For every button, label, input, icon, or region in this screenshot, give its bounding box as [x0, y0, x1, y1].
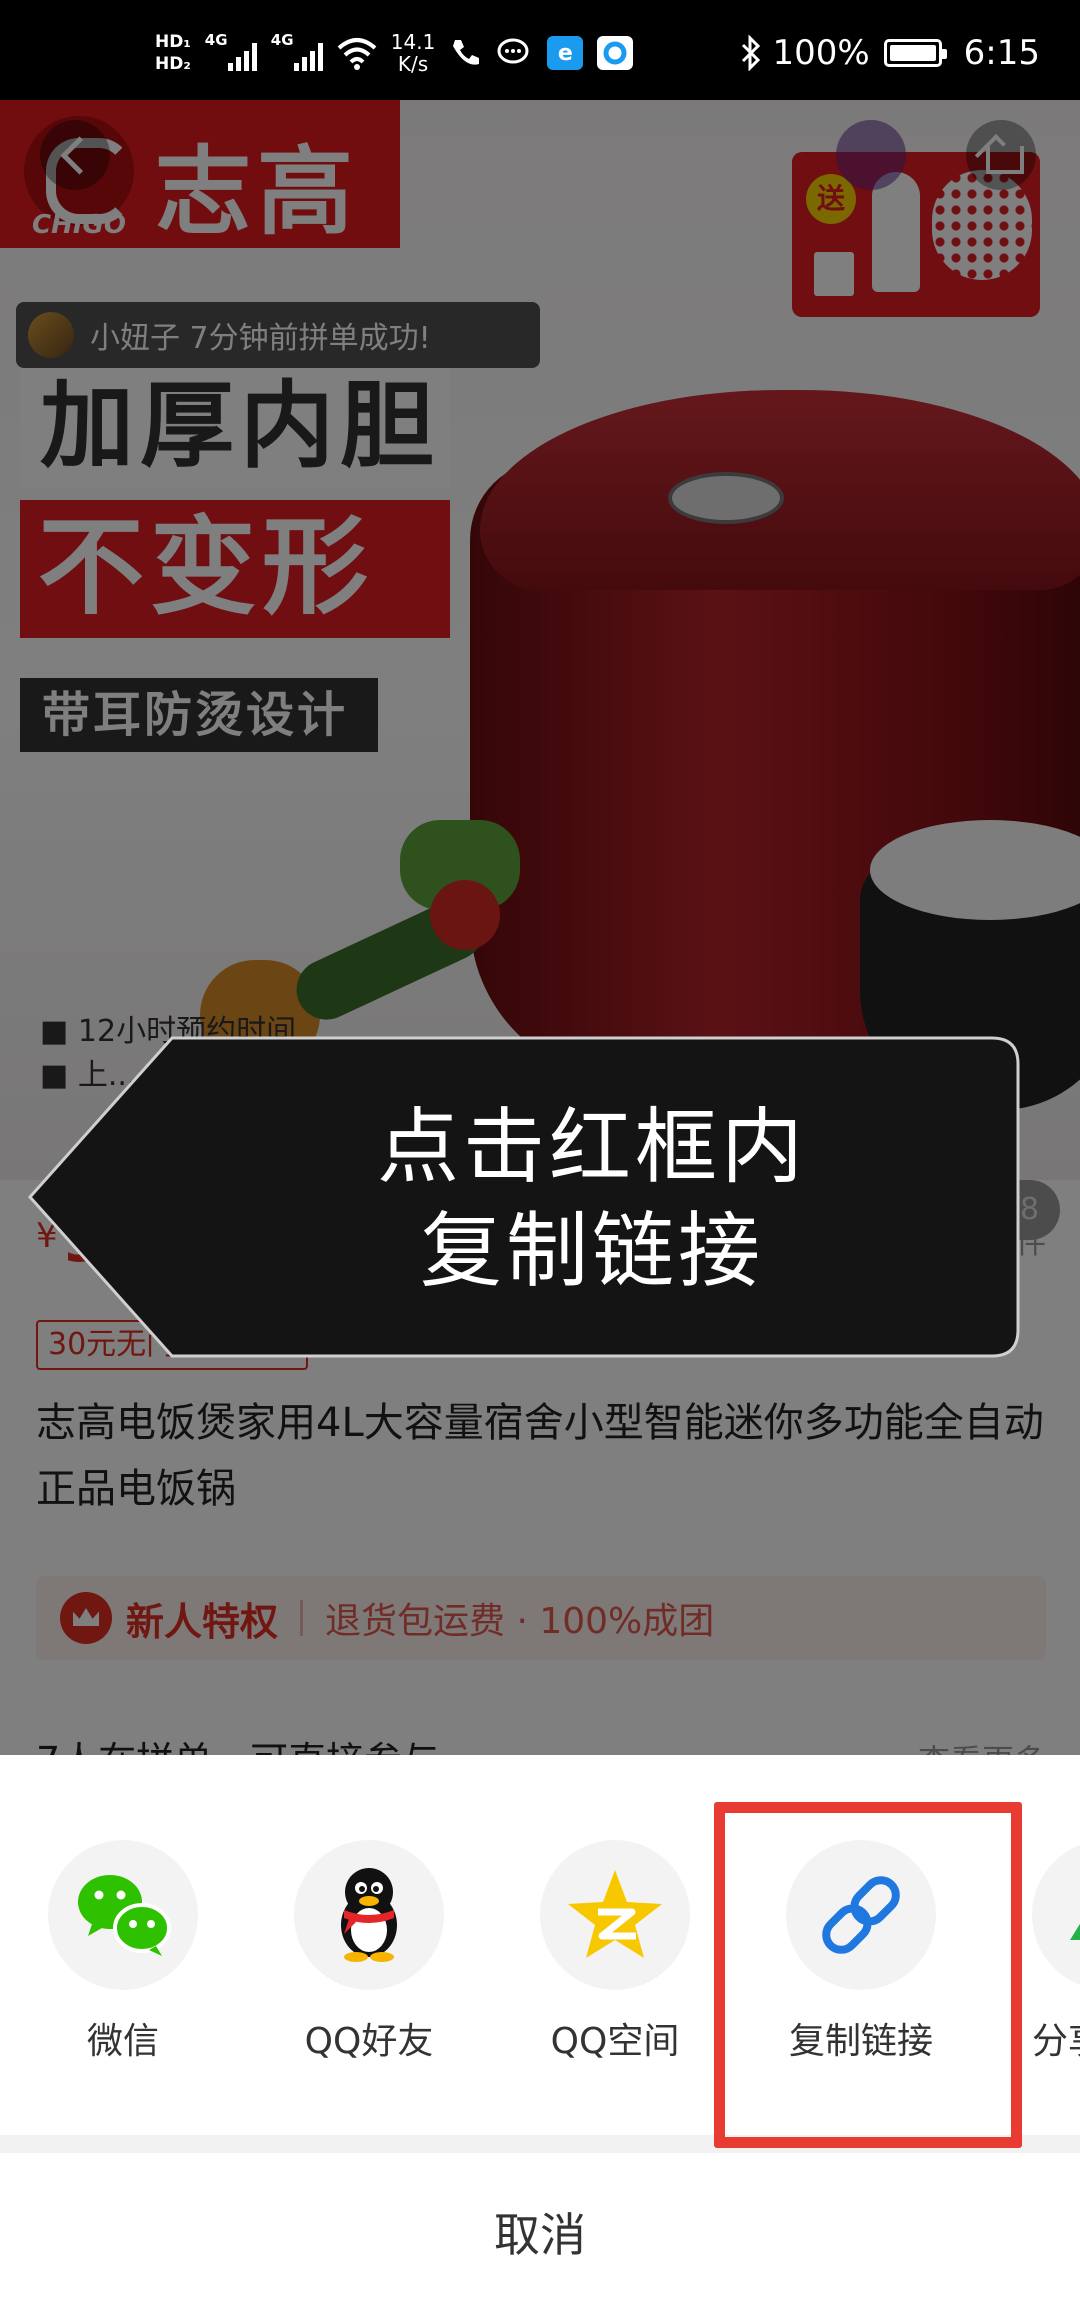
highlight-frame: [714, 1802, 1022, 2148]
signal-sim1-icon: 4G: [205, 31, 257, 75]
share-label: 分享: [1032, 2021, 1080, 2062]
share-label: QQ空间: [550, 2021, 680, 2062]
net-type-2: 4G: [270, 31, 294, 49]
status-bar: HD₁ HD₂ 4G 4G 14.1 K/s e 100% 6:15: [0, 0, 1080, 100]
tip-callout: 点击红框内 复制链接: [22, 1034, 1022, 1360]
qzone-icon: [540, 1840, 690, 1990]
share-option-more[interactable]: 分享: [1032, 1840, 1080, 2070]
phone-call-icon: [453, 40, 480, 65]
tip-line-2: 复制链接: [419, 1204, 764, 1299]
net-type-1: 4G: [204, 31, 228, 49]
clock: 6:15: [963, 33, 1040, 73]
speed-unit: K/s: [397, 52, 429, 76]
share-label: 微信: [86, 2021, 159, 2062]
tip-line-1: 点击红框内: [376, 1100, 807, 1195]
qq-icon: [294, 1840, 444, 1990]
share-option-wechat[interactable]: 微信: [48, 1840, 198, 2070]
signal-sim2-icon: 4G: [271, 31, 323, 75]
cancel-button[interactable]: 取消: [0, 2153, 1080, 2310]
speed-value: 14.1: [390, 30, 436, 54]
share-icon: [1032, 1840, 1080, 1990]
battery-percent: 100%: [772, 33, 870, 73]
chat-bubble-icon: [497, 38, 529, 64]
network-speed: 14.1 K/s: [391, 31, 436, 75]
battery-icon: [883, 39, 947, 67]
hd-1-label: HD₁: [155, 32, 191, 52]
hd-voice-icon: HD₁ HD₂: [155, 31, 191, 75]
bluetooth-icon: [742, 35, 761, 71]
share-option-qzone[interactable]: QQ空间: [540, 1840, 690, 2070]
tip-text: 点击红框内 复制链接: [162, 1096, 1022, 1304]
browser-app-icon: [597, 36, 634, 70]
share-option-qq-friend[interactable]: QQ好友: [294, 1840, 444, 2070]
wechat-icon: [48, 1840, 198, 1990]
eleme-app-icon: e: [547, 36, 584, 70]
share-label: QQ好友: [304, 2021, 434, 2062]
wifi-icon: [337, 38, 377, 70]
hd-2-label: HD₂: [155, 54, 191, 74]
